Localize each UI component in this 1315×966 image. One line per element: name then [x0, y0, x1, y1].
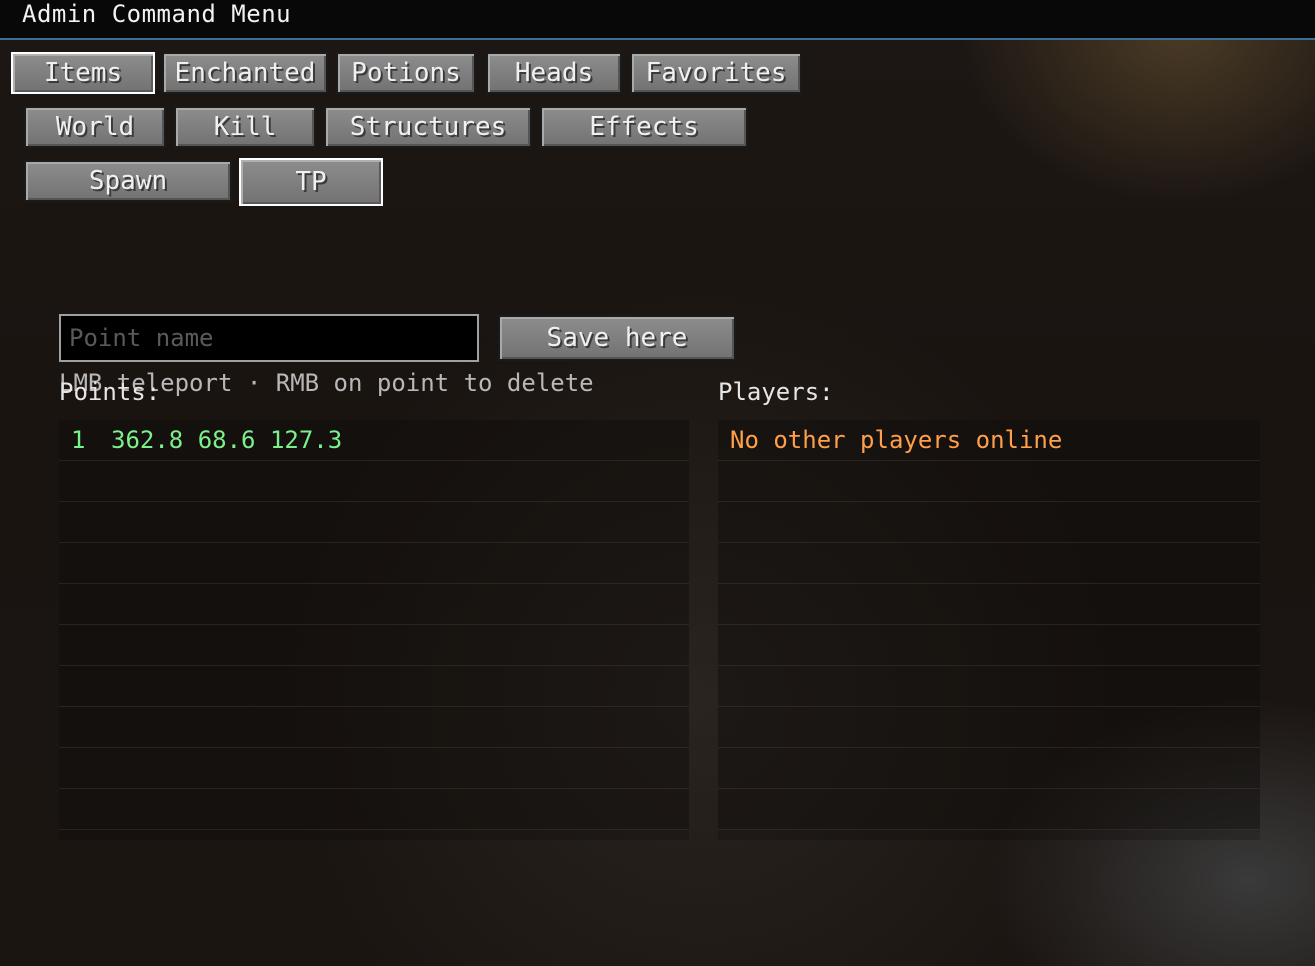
empty-row: [718, 789, 1260, 830]
window-title: Admin Command Menu: [22, 0, 292, 28]
players-list: No other players online: [718, 420, 1260, 840]
save-here-button[interactable]: Save here: [498, 315, 736, 361]
point-index: 1: [71, 426, 86, 454]
point-coords: 362.8 68.6 127.3: [111, 426, 343, 454]
tab-heads[interactable]: Heads: [486, 52, 622, 94]
tab-items[interactable]: Items: [11, 52, 155, 94]
tab-kill[interactable]: Kill: [174, 106, 316, 148]
empty-row: [718, 461, 1260, 502]
empty-row: [718, 584, 1260, 625]
empty-row: [718, 625, 1260, 666]
tab-spawn[interactable]: Spawn: [24, 160, 232, 202]
tab-tp[interactable]: TP: [239, 158, 383, 206]
empty-row: [59, 461, 689, 502]
empty-row: [718, 502, 1260, 543]
empty-row: [718, 707, 1260, 748]
tab-world[interactable]: World: [24, 106, 166, 148]
empty-row: [59, 707, 689, 748]
tab-effects[interactable]: Effects: [540, 106, 748, 148]
points-label: Points:: [59, 378, 161, 406]
points-list: 1 362.8 68.6 127.3: [59, 420, 689, 840]
empty-row: [59, 666, 689, 707]
players-label: Players:: [718, 378, 834, 406]
point-name-input[interactable]: [59, 314, 479, 362]
tab-potions[interactable]: Potions: [336, 52, 476, 94]
empty-row: [59, 748, 689, 789]
empty-row: [59, 789, 689, 830]
empty-row: [59, 543, 689, 584]
empty-row: [59, 584, 689, 625]
title-bar: Admin Command Menu: [0, 0, 1315, 40]
empty-row: [59, 625, 689, 666]
empty-row: [718, 543, 1260, 584]
empty-row: [718, 666, 1260, 707]
point-item[interactable]: 1 362.8 68.6 127.3: [59, 420, 689, 461]
empty-row: [59, 502, 689, 543]
tab-favorites[interactable]: Favorites: [630, 52, 802, 94]
tab-enchanted[interactable]: Enchanted: [162, 52, 328, 94]
players-empty-message: No other players online: [718, 420, 1260, 461]
empty-row: [718, 748, 1260, 789]
tab-structures[interactable]: Structures: [324, 106, 532, 148]
